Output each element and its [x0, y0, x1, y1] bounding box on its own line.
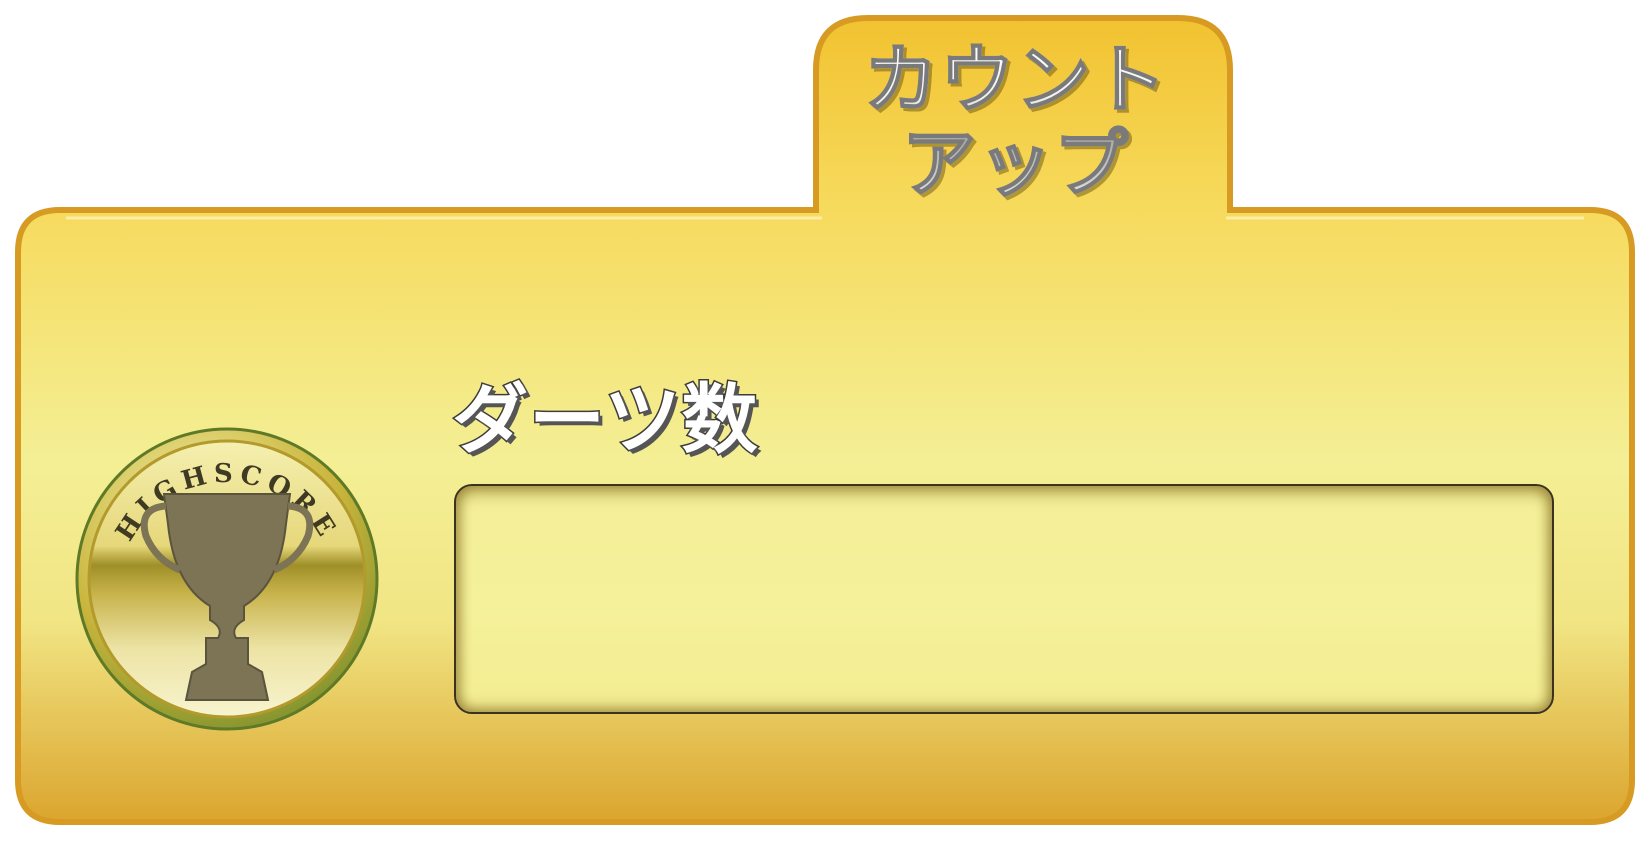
mode-title: カウント アップ: [832, 37, 1200, 207]
darts-count-label: ダーツ数: [450, 374, 759, 466]
mode-title-line2: アップ: [901, 121, 1130, 207]
darts-count-field: [454, 484, 1554, 714]
mode-title-line1: カウント: [863, 37, 1168, 123]
darts-count-value: [456, 486, 1522, 712]
game-stage: カウント アップ ダーツ数 HIGHSCORE: [0, 0, 1650, 850]
highscore-medal: HIGHSCORE: [75, 427, 379, 731]
